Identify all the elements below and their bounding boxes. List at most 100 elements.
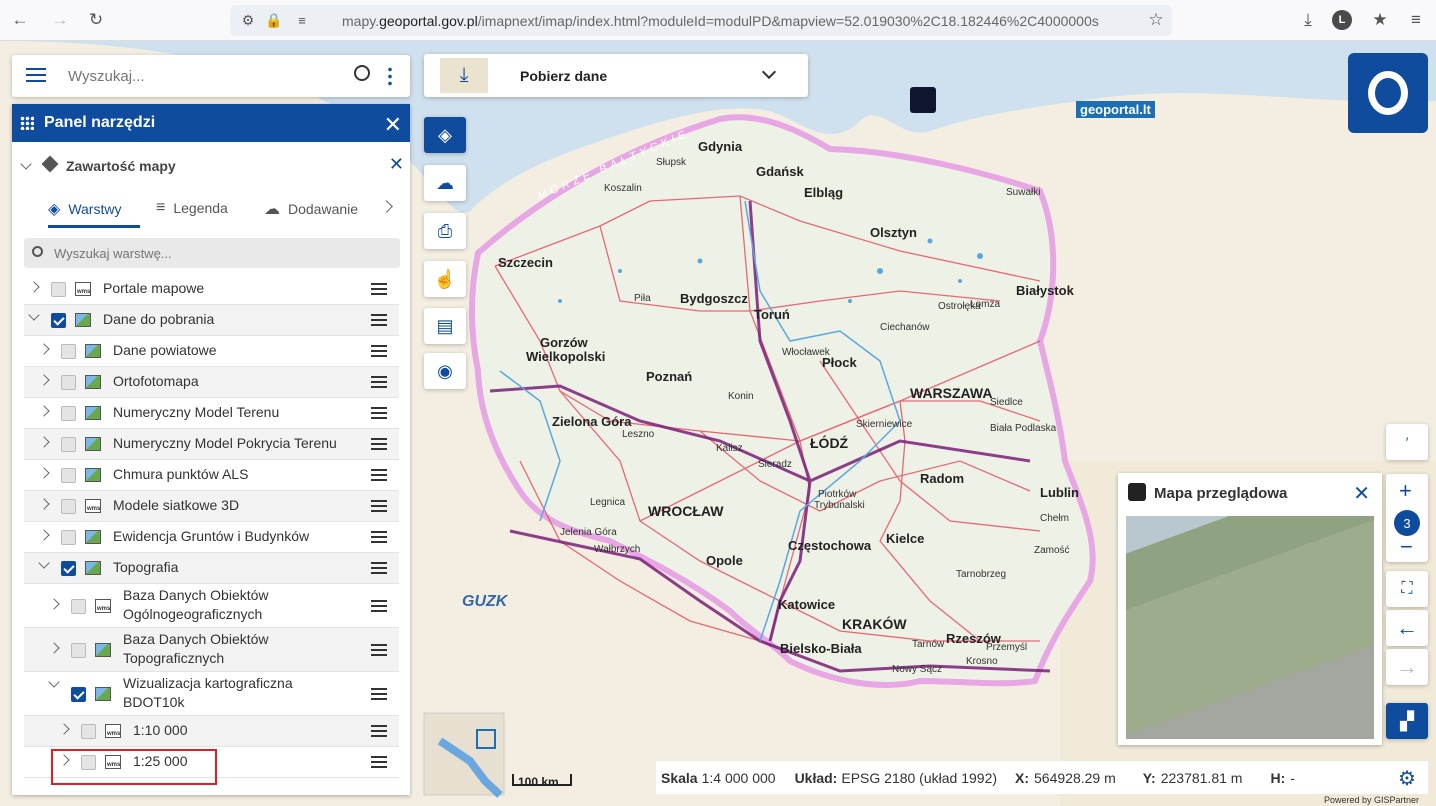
geoportal-logo[interactable] <box>1348 53 1428 133</box>
layer-row[interactable]: Ewidencja Gruntów i Budynków <box>24 522 399 553</box>
site-info-icon[interactable]: ⚙ <box>236 8 260 32</box>
camera-tool-button[interactable]: ◉ <box>424 353 466 389</box>
search-input[interactable] <box>68 63 348 89</box>
tab-warstwy[interactable]: ◈ Warstwy <box>48 199 121 219</box>
layer-checkbox[interactable] <box>51 313 66 328</box>
layer-row[interactable]: Dane do pobrania <box>24 305 399 336</box>
layer-checkbox[interactable] <box>61 468 76 483</box>
fullscreen-button[interactable]: ⛶ <box>1386 571 1428 607</box>
layer-checkbox[interactable] <box>61 344 76 359</box>
layer-checkbox[interactable] <box>61 530 76 545</box>
powered-by[interactable]: Powered by GISPartner <box>1324 795 1419 805</box>
chevron-right-icon[interactable] <box>38 498 50 510</box>
previous-view-button[interactable]: ← <box>1386 610 1428 646</box>
layer-checkbox[interactable] <box>61 561 76 576</box>
layer-checkbox[interactable] <box>71 642 86 658</box>
layer-menu-icon[interactable] <box>371 562 387 574</box>
clipboard-tool-button[interactable]: ▤ <box>424 308 466 344</box>
layer-row[interactable]: Chmura punktów ALS <box>24 460 399 491</box>
layer-checkbox[interactable] <box>71 598 86 614</box>
tabs-scroll-right-icon[interactable] <box>380 200 393 213</box>
url-text[interactable]: mapy.geoportal.gov.pl/imapnext/imap/inde… <box>342 13 1099 29</box>
layer-checkbox[interactable] <box>61 375 76 390</box>
settings-gear-icon[interactable]: ⚙ <box>1398 766 1422 790</box>
overview-map-image[interactable] <box>1126 516 1374 739</box>
site-badge-icon[interactable] <box>910 87 936 113</box>
layer-row[interactable]: Numeryczny Model Pokrycia Terenu <box>24 429 399 460</box>
layer-row[interactable]: Numeryczny Model Terenu <box>24 398 399 429</box>
chevron-right-icon[interactable] <box>28 281 40 293</box>
browser-menu-icon[interactable]: ≡ <box>1404 8 1428 32</box>
search-icon[interactable] <box>354 65 370 81</box>
chevron-down-icon[interactable] <box>28 309 40 321</box>
overview-map-toggle[interactable]: ▞ <box>1386 703 1428 739</box>
more-options-icon[interactable] <box>388 66 392 86</box>
reload-icon[interactable]: ↻ <box>84 8 108 32</box>
cloud-tool-button[interactable]: ☁ <box>424 165 466 201</box>
layer-menu-icon[interactable] <box>371 725 387 737</box>
layer-menu-icon[interactable] <box>371 376 387 388</box>
layer-checkbox[interactable] <box>61 437 76 452</box>
layer-menu-icon[interactable] <box>371 531 387 543</box>
layer-menu-icon[interactable] <box>371 283 387 295</box>
print-tool-button[interactable]: ⎙ <box>424 213 466 249</box>
lock-icon[interactable]: 🔒 <box>262 8 286 32</box>
layer-menu-icon[interactable] <box>371 407 387 419</box>
chevron-right-icon[interactable] <box>38 405 50 417</box>
download-icon[interactable]: ⤓ <box>1296 8 1320 32</box>
layer-menu-icon[interactable] <box>371 438 387 450</box>
chevron-right-icon[interactable] <box>38 467 50 479</box>
profile-avatar[interactable]: L <box>1332 10 1352 30</box>
forward-arrow-icon[interactable]: → <box>48 8 72 32</box>
tab-dodawanie[interactable]: ☁ Dodawanie <box>264 199 358 219</box>
open-external-icon[interactable] <box>476 729 496 749</box>
chevron-right-icon[interactable] <box>48 641 60 654</box>
layer-row[interactable]: Dane powiatowe <box>24 336 399 367</box>
collapse-chevron-icon[interactable] <box>20 158 32 170</box>
zoom-out-icon[interactable]: − <box>1400 534 1413 560</box>
chevron-right-icon[interactable] <box>58 723 70 735</box>
chevron-down-icon[interactable] <box>38 557 50 569</box>
hamburger-menu-icon[interactable] <box>26 68 46 82</box>
compass-button[interactable]: ′ <box>1386 424 1428 460</box>
layer-checkbox[interactable] <box>61 499 76 514</box>
scale-value[interactable]: 1:4 000 000 <box>702 770 776 786</box>
touch-tool-button[interactable]: ☝ <box>424 261 466 297</box>
close-overview-icon[interactable]: ✕ <box>1353 481 1370 506</box>
layer-row[interactable]: Topografia <box>24 553 399 584</box>
bookmark-star-icon[interactable]: ☆ <box>1144 8 1168 32</box>
zoom-in-icon[interactable]: + <box>1399 478 1412 504</box>
close-section-icon[interactable]: ✕ <box>389 154 404 175</box>
back-arrow-icon[interactable]: ← <box>8 8 32 32</box>
layer-menu-icon[interactable] <box>371 643 387 656</box>
layer-row[interactable]: Modele siatkowe 3D <box>24 491 399 522</box>
address-bar[interactable]: ⚙ 🔒 ≡ mapy.geoportal.gov.pl/imapnext/ima… <box>230 5 1172 36</box>
tab-legenda[interactable]: ≡ Legenda <box>156 199 228 217</box>
layer-row[interactable]: Baza Danych Obiektów Ogólnogeograficznych <box>24 584 399 628</box>
layer-menu-icon[interactable] <box>371 500 387 512</box>
layer-search-input[interactable] <box>54 243 384 263</box>
next-view-button[interactable]: → <box>1386 649 1428 685</box>
layer-menu-icon[interactable] <box>371 314 387 326</box>
layer-checkbox[interactable] <box>61 406 76 421</box>
layer-menu-icon[interactable] <box>371 345 387 357</box>
layer-checkbox[interactable] <box>51 282 66 297</box>
layer-row[interactable]: Portale mapowe <box>24 274 399 305</box>
layer-row[interactable]: Baza Danych Obiektów Topograficznych <box>24 628 399 672</box>
extensions-icon[interactable]: ★ <box>1368 8 1392 32</box>
layer-menu-icon[interactable] <box>371 687 387 700</box>
chevron-right-icon[interactable] <box>48 597 60 610</box>
chevron-right-icon[interactable] <box>38 529 50 541</box>
chevron-right-icon[interactable] <box>38 374 50 386</box>
layer-menu-icon[interactable] <box>371 599 387 612</box>
download-data-dropdown[interactable]: ⤓ Pobierz dane <box>424 54 808 97</box>
layer-checkbox[interactable] <box>81 724 96 739</box>
chevron-down-icon[interactable] <box>48 676 60 688</box>
layer-row[interactable]: Ortofotomapa <box>24 367 399 398</box>
layer-checkbox[interactable] <box>71 686 86 702</box>
layer-row[interactable]: Wizualizacja kartograficzna BDOT10k <box>24 672 399 716</box>
chevron-right-icon[interactable] <box>38 436 50 448</box>
crs-value[interactable]: EPSG 2180 (układ 1992) <box>841 770 997 786</box>
chevron-right-icon[interactable] <box>38 343 50 355</box>
layers-tool-button[interactable]: ◈ <box>424 117 466 153</box>
